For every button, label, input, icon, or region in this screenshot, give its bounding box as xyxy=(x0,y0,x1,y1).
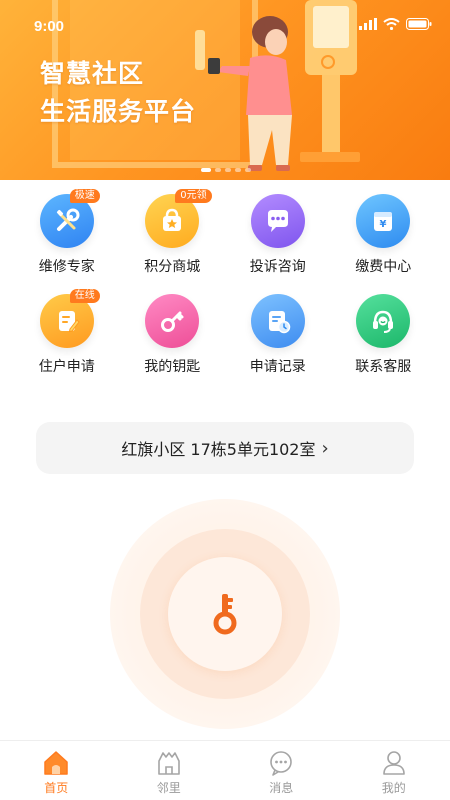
shopping-bag-icon: 0元领 xyxy=(145,189,212,248)
address-text: 红旗小区 17栋5单元102室 xyxy=(121,440,316,459)
svg-text:¥: ¥ xyxy=(380,219,387,230)
carousel-indicator[interactable] xyxy=(201,168,251,172)
tab-home[interactable]: 首页 xyxy=(0,741,113,800)
address-selector[interactable]: 红旗小区 17栋5单元102室 › xyxy=(36,422,414,474)
tab-label: 我的 xyxy=(381,781,406,795)
carousel-dot[interactable] xyxy=(245,168,251,172)
carousel-dot[interactable] xyxy=(215,168,221,172)
service-my-keys[interactable]: 我的钥匙 xyxy=(120,294,226,376)
service-label: 我的钥匙 xyxy=(144,359,201,375)
status-icons xyxy=(359,18,432,30)
status-time: 9:00 xyxy=(34,18,65,35)
service-application-records[interactable]: 申请记录 xyxy=(225,294,331,376)
service-badge: 极速 xyxy=(69,189,100,203)
promo-banner[interactable]: 9:00 智慧社区 生活服务平台 xyxy=(0,0,450,180)
unlock-key-button[interactable] xyxy=(168,557,282,671)
tab-neighbors[interactable]: 邻里 xyxy=(113,741,226,800)
key-icon xyxy=(213,594,237,635)
home-icon xyxy=(44,751,68,775)
service-label: 维修专家 xyxy=(38,259,95,275)
service-customer-support[interactable]: 联系客服 xyxy=(331,294,437,376)
service-label: 积分商城 xyxy=(144,259,201,275)
carousel-dot[interactable] xyxy=(201,168,211,172)
tab-profile[interactable]: 我的 xyxy=(338,741,450,800)
bottom-tab-bar: 首页 邻里 消息 我的 xyxy=(0,740,450,800)
service-label: 缴费中心 xyxy=(355,259,412,275)
service-complaint[interactable]: 投诉咨询 xyxy=(225,194,331,276)
record-icon xyxy=(250,294,305,348)
banner-title: 智慧社区 xyxy=(40,59,145,88)
wallet-icon: ¥ xyxy=(356,194,411,248)
headset-icon xyxy=(356,294,411,348)
service-points-mall[interactable]: 0元领 积分商城 xyxy=(120,189,226,276)
service-payment[interactable]: ¥ 缴费中心 xyxy=(331,194,437,276)
service-badge: 在线 xyxy=(69,289,100,303)
profile-icon xyxy=(382,751,405,775)
service-badge: 0元领 xyxy=(175,189,212,203)
tab-label: 消息 xyxy=(269,781,294,795)
tools-icon: 极速 xyxy=(39,189,100,248)
carousel-dot[interactable] xyxy=(225,168,231,172)
wifi-icon xyxy=(383,18,400,30)
service-label: 投诉咨询 xyxy=(249,259,306,275)
battery-icon xyxy=(406,18,432,30)
service-resident-apply[interactable]: 在线 住户申请 xyxy=(14,289,120,376)
banner-subtitle: 生活服务平台 xyxy=(40,97,197,126)
edit-form-icon: 在线 xyxy=(39,289,100,348)
status-bar: 9:00 xyxy=(0,0,450,44)
tab-label: 首页 xyxy=(44,781,69,795)
app-screen: 9:00 智慧社区 生活服务平台 极速 维修专家 0元领 积分商城 投诉咨询 ¥… xyxy=(0,0,450,800)
tab-messages[interactable]: 消息 xyxy=(225,741,338,800)
service-label: 住户申请 xyxy=(38,359,95,375)
chevron-right-icon: › xyxy=(321,437,329,459)
service-repair[interactable]: 极速 维修专家 xyxy=(14,189,120,276)
message-icon xyxy=(270,751,293,776)
neighbors-icon xyxy=(157,752,180,775)
carousel-dot[interactable] xyxy=(235,168,241,172)
signal-icon xyxy=(359,18,377,30)
service-grid: 极速 维修专家 0元领 积分商城 投诉咨询 ¥ 缴费中心 在线 住户申请 我的钥… xyxy=(0,189,450,376)
service-label: 申请记录 xyxy=(249,359,306,375)
key-icon xyxy=(145,294,200,348)
chat-bubble-icon xyxy=(250,194,305,248)
tab-label: 邻里 xyxy=(156,781,181,795)
service-label: 联系客服 xyxy=(355,359,412,375)
